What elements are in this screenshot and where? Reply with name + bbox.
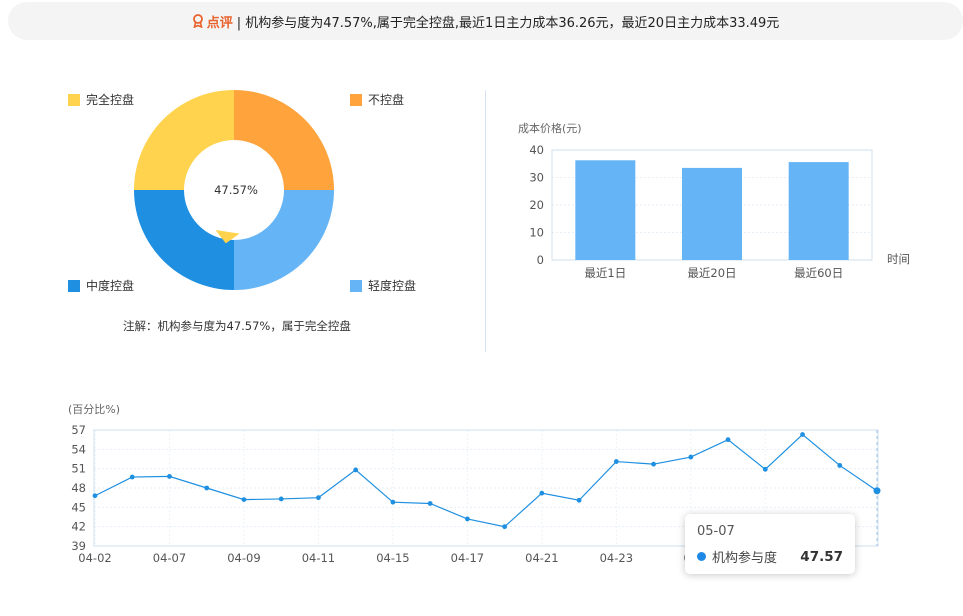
line-xtick: 04-11 [302,551,335,565]
legend-light-control: 轻度控盘 [350,277,416,294]
bar [788,162,849,260]
bar-ytick: 0 [537,253,544,267]
line-ylabel: (百分比%) [68,403,120,416]
donut-pointer [215,229,240,244]
donut-slice [134,90,234,190]
legend-swatch [350,93,362,106]
donut-note: 注解：机构参与度为47.57%，属于完全控盘 [123,319,351,333]
bar-xtick: 最近20日 [687,266,736,280]
line-point [725,437,731,443]
tooltip-series: 机构参与度 [712,551,778,566]
donut-center-label: 47.57% [214,183,258,197]
bar-xtick: 最近60日 [794,266,843,280]
line-point [464,516,470,522]
line-xtick: 04-23 [600,551,633,565]
line-point [129,474,135,480]
line-point [92,493,98,499]
bar-plot-frame [551,149,873,261]
line-ytick: 48 [71,481,86,495]
line-point [576,497,582,503]
bar-ytick: 10 [529,226,544,240]
legend-label: 不控盘 [368,93,405,107]
legend-medium-control: 中度控盘 [68,277,134,294]
line-point [204,485,210,491]
line-point [390,499,396,505]
line-ytick: 42 [71,520,86,534]
line-xtick: 04-02 [78,551,111,565]
line-point [278,496,284,502]
tooltip-row: 机构参与度 47.57 [697,547,843,566]
award-icon [192,14,203,28]
line-point [651,461,656,467]
review-label: 点评 [192,12,233,31]
line-point [873,487,881,495]
legend-label: 中度控盘 [86,279,135,293]
legend-complete-control: 完全控盘 [68,91,134,108]
legend-label: 轻度控盘 [368,279,417,293]
line-xtick: 04-21 [525,551,558,565]
line-point [316,495,321,501]
legend-swatch [350,279,362,292]
legend-no-control: 不控盘 [350,91,404,108]
bar [682,167,742,260]
legend-label: 完全控盘 [86,93,135,107]
bar-ytick: 40 [529,143,544,157]
line-ytick: 51 [71,462,86,476]
line-ytick: 45 [71,500,86,514]
line-point [502,524,508,530]
line-ytick: 54 [71,442,86,456]
line-point [167,474,172,479]
tooltip-date: 05-07 [697,524,735,539]
review-text: | 机构参与度为47.57%,属于完全控盘,最近1日主力成本36.26元，最近2… [236,15,780,31]
bar-ylabel: 成本价格(元) [518,121,582,135]
bar-ytick: 20 [529,198,544,212]
line-point [427,501,433,506]
bar-ytick: 30 [529,171,544,185]
line-xtick: 04-09 [227,551,260,565]
line-xtick: 04-07 [153,551,186,565]
line-xtick: 04-17 [451,551,484,565]
line-point [837,463,843,468]
bar-xtick: 最近1日 [584,266,626,280]
line-point [800,432,805,437]
line-point [762,466,768,472]
donut-slice [234,190,334,290]
bar-xlabel: 时间 [887,252,910,266]
legend-swatch [68,93,80,106]
line-xtick: 04-15 [376,551,409,565]
donut-slice [234,90,334,190]
line-point [353,467,359,473]
line-series [94,433,878,528]
line-point [688,454,694,460]
line-point [241,497,247,502]
line-tooltip: 05-07 机构参与度 47.57 [685,514,855,574]
review-label-text: 点评 [206,15,233,31]
line-point [613,459,619,464]
donut-slice [134,190,234,290]
section-divider [485,90,486,352]
line-ytick: 39 [71,539,86,553]
line-ytick: 57 [71,423,86,437]
review-banner: 点评 | 机构参与度为47.57%,属于完全控盘,最近1日主力成本36.26元，… [8,2,963,40]
legend-swatch [68,279,80,292]
tooltip-value: 47.57 [800,548,843,565]
bar [575,160,636,260]
line-point [539,490,545,496]
tooltip-dot [697,552,706,561]
